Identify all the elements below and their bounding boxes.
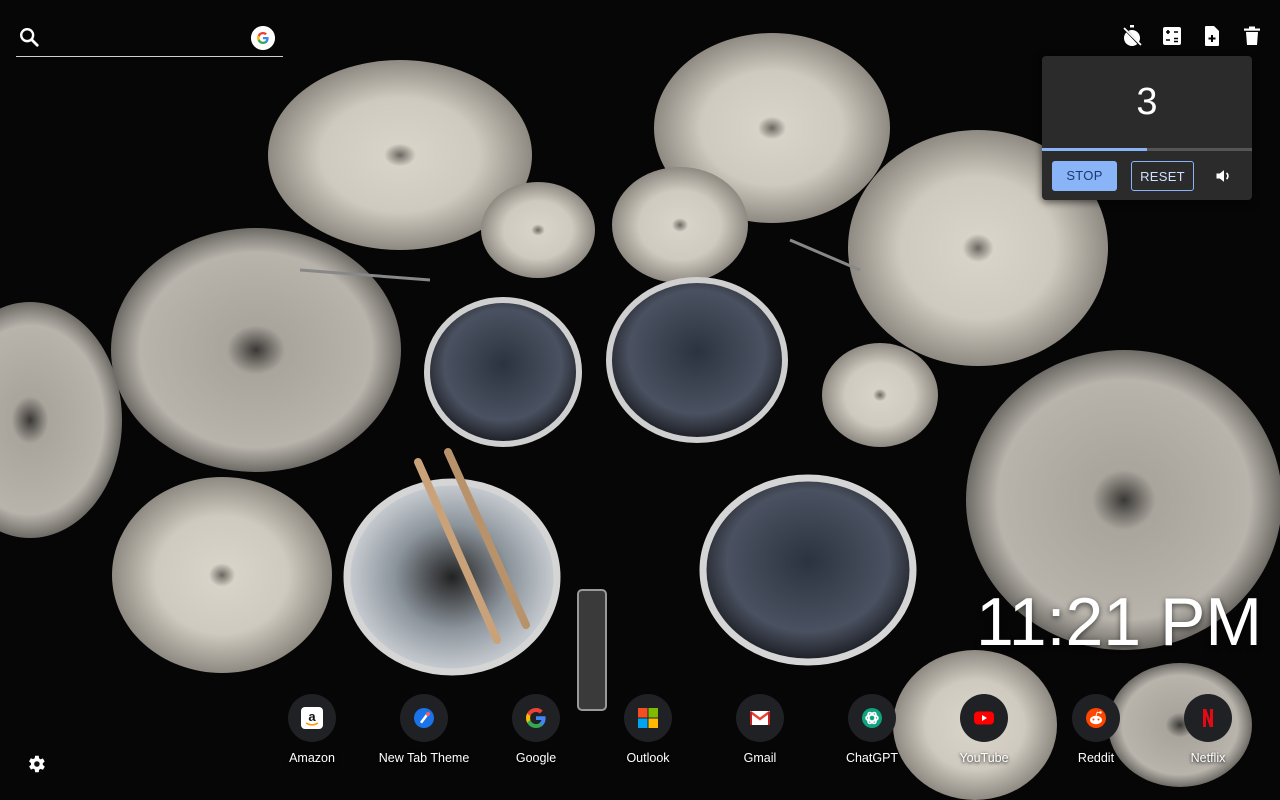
shortcut-google[interactable]: Google [480,694,592,765]
amazon-icon: a [301,707,323,729]
shortcut-label: Gmail [743,751,777,765]
outlook-icon [638,708,658,728]
shortcut-amazon[interactable]: a Amazon [256,694,368,765]
shortcut-label: Google [515,751,557,765]
shortcut-label: New Tab Theme [378,751,470,765]
search-icon[interactable] [18,26,40,48]
shortcut-label: Reddit [1077,751,1115,765]
shortcut-label: Amazon [289,751,335,765]
google-icon [526,708,546,728]
calculator-icon[interactable] [1160,24,1184,48]
google-search-icon[interactable] [251,26,275,50]
new-tab-theme-icon [414,708,434,728]
shortcut-chatgpt[interactable]: ChatGPT [816,694,928,765]
shortcut-netflix[interactable]: Netflix [1152,694,1264,765]
shortcut-label: ChatGPT [845,751,899,765]
shortcut-label: YouTube [959,751,1009,765]
clock-display: 11:21 PM [975,584,1262,660]
shortcut-outlook[interactable]: Outlook [592,694,704,765]
shortcut-gmail[interactable]: Gmail [704,694,816,765]
timer-progress-fill [1042,148,1147,151]
countdown-timer-panel: 3 STOP RESET [1042,56,1252,200]
timer-progress-bar [1042,148,1252,151]
reset-button[interactable]: RESET [1131,161,1194,191]
volume-icon[interactable] [1214,166,1234,186]
trash-icon[interactable] [1240,24,1264,48]
top-toolbar [1120,24,1264,48]
search-input[interactable] [52,26,256,50]
stop-button[interactable]: STOP [1052,161,1117,191]
svg-text:a: a [308,709,316,724]
note-add-icon[interactable] [1200,24,1224,48]
shortcut-new-tab-theme[interactable]: New Tab Theme [368,694,480,765]
netflix-icon [1203,709,1213,727]
timer-off-icon[interactable] [1120,24,1144,48]
shortcut-reddit[interactable]: Reddit [1040,694,1152,765]
settings-gear-icon[interactable] [25,753,47,775]
reddit-icon [1086,708,1106,728]
gmail-icon [749,711,771,725]
chatgpt-icon [862,708,882,728]
search-bar[interactable] [16,20,283,57]
youtube-icon [974,711,994,725]
shortcut-youtube[interactable]: YouTube [928,694,1040,765]
shortcut-label: Netflix [1190,751,1226,765]
timer-count: 3 [1136,81,1158,123]
shortcut-label: Outlook [626,751,670,765]
